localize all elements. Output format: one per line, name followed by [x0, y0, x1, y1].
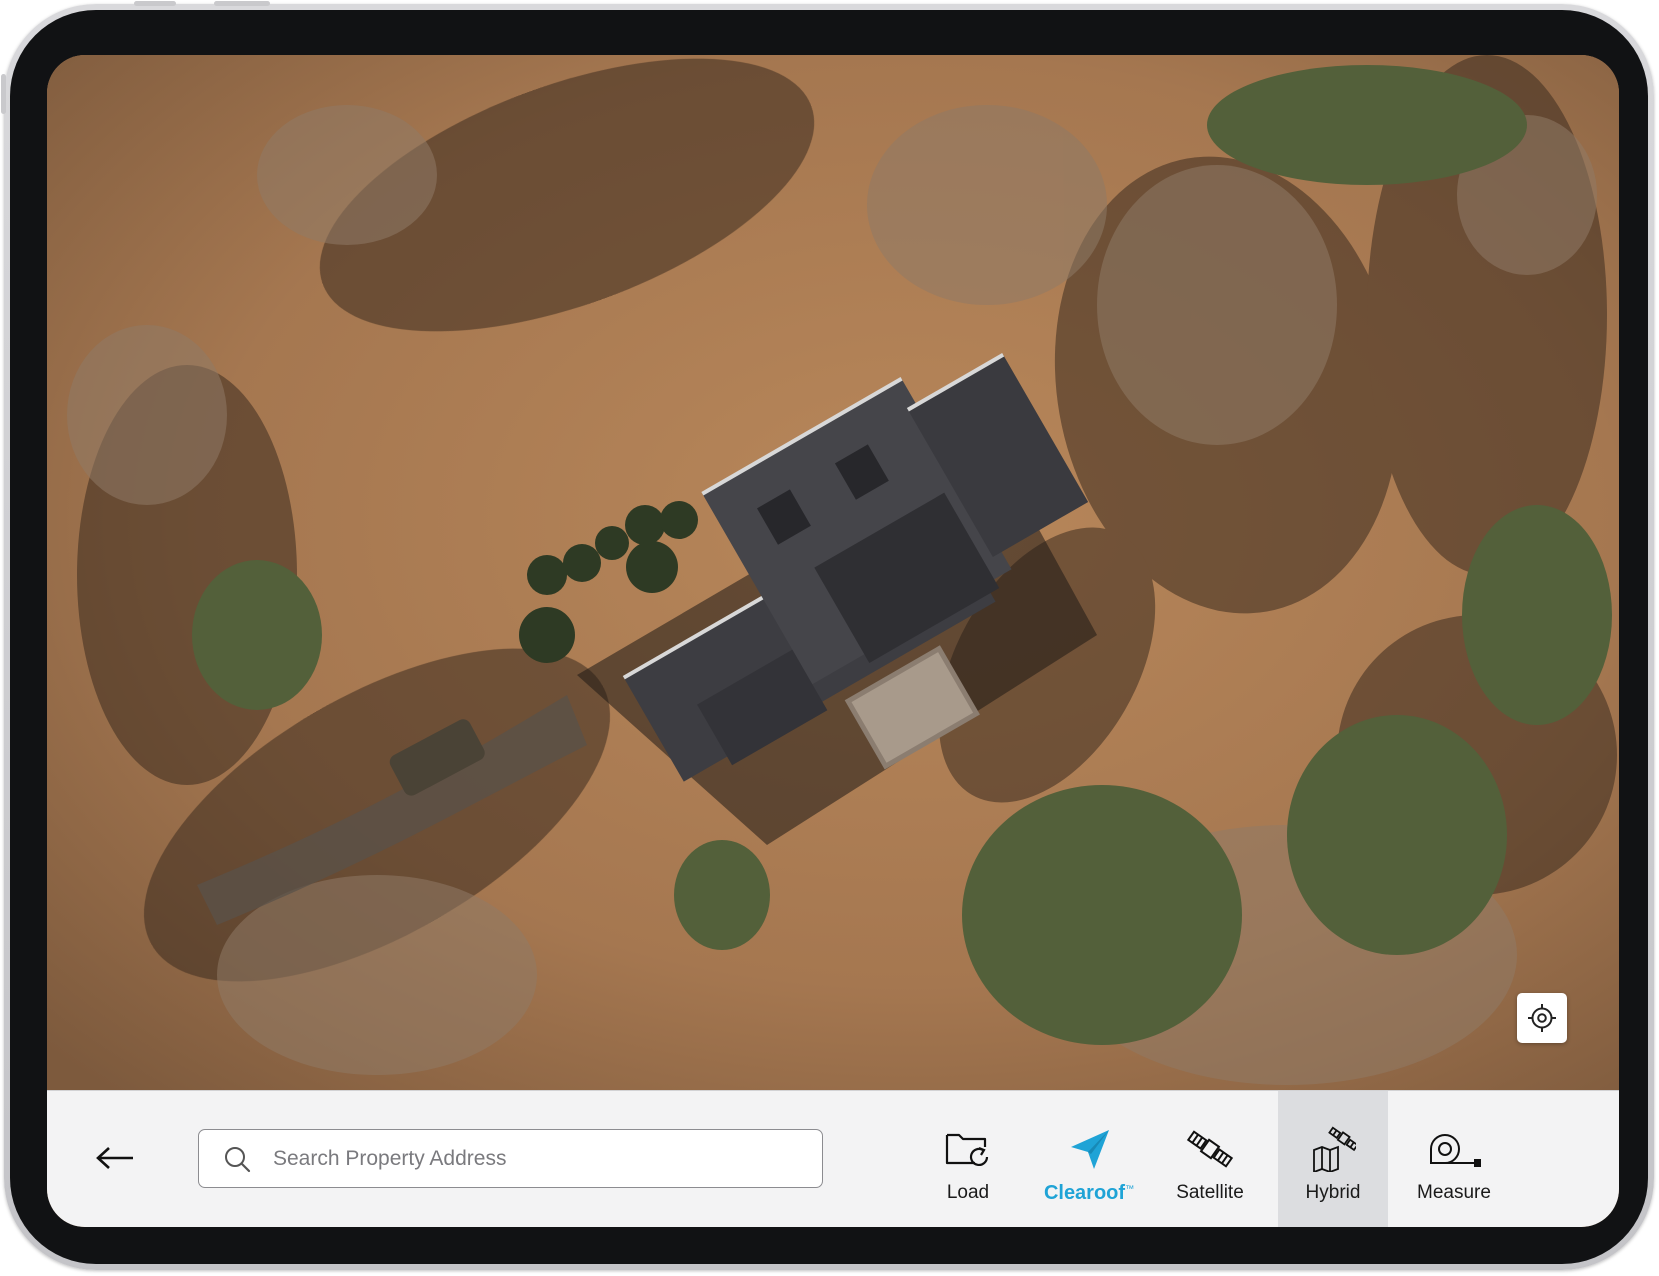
satellite-icon — [1185, 1124, 1235, 1174]
tool-hybrid[interactable]: Hybrid — [1278, 1091, 1388, 1227]
search-box[interactable] — [198, 1129, 823, 1188]
locate-me-button[interactable] — [1517, 993, 1567, 1043]
tool-label: Measure — [1417, 1182, 1491, 1203]
volume-button — [214, 1, 270, 6]
tool-satellite[interactable]: Satellite — [1151, 1091, 1269, 1227]
aerial-map-imagery — [47, 55, 1619, 1090]
tape-measure-icon — [1425, 1124, 1483, 1174]
folder-reload-icon — [945, 1124, 991, 1174]
hybrid-map-icon — [1310, 1124, 1356, 1174]
volume-button — [134, 1, 176, 6]
tool-clearoof[interactable]: Clearoof™ — [1030, 1091, 1148, 1227]
paper-plane-icon — [1067, 1124, 1111, 1174]
tablet-frame: Load Clearoof™ — [1, 1, 1654, 1270]
tool-measure[interactable]: Measure — [1392, 1091, 1516, 1227]
arrow-left-icon — [96, 1147, 133, 1169]
tool-label: Satellite — [1176, 1182, 1244, 1203]
tool-load[interactable]: Load — [909, 1091, 1027, 1227]
trademark-symbol: ™ — [1125, 1183, 1135, 1194]
bottom-toolbar: Load Clearoof™ — [47, 1090, 1619, 1227]
tool-label: Load — [946, 1182, 990, 1203]
crosshair-locate-icon — [1528, 1004, 1556, 1032]
back-button[interactable] — [87, 1133, 143, 1183]
side-button — [1, 74, 6, 114]
search-icon — [223, 1145, 251, 1173]
tool-label: Clearoof™ — [1043, 1182, 1135, 1204]
aerial-map[interactable] — [47, 55, 1619, 1090]
search-address-input[interactable] — [271, 1145, 795, 1172]
app-screen: Load Clearoof™ — [47, 55, 1619, 1227]
tool-label: Hybrid — [1305, 1182, 1361, 1203]
